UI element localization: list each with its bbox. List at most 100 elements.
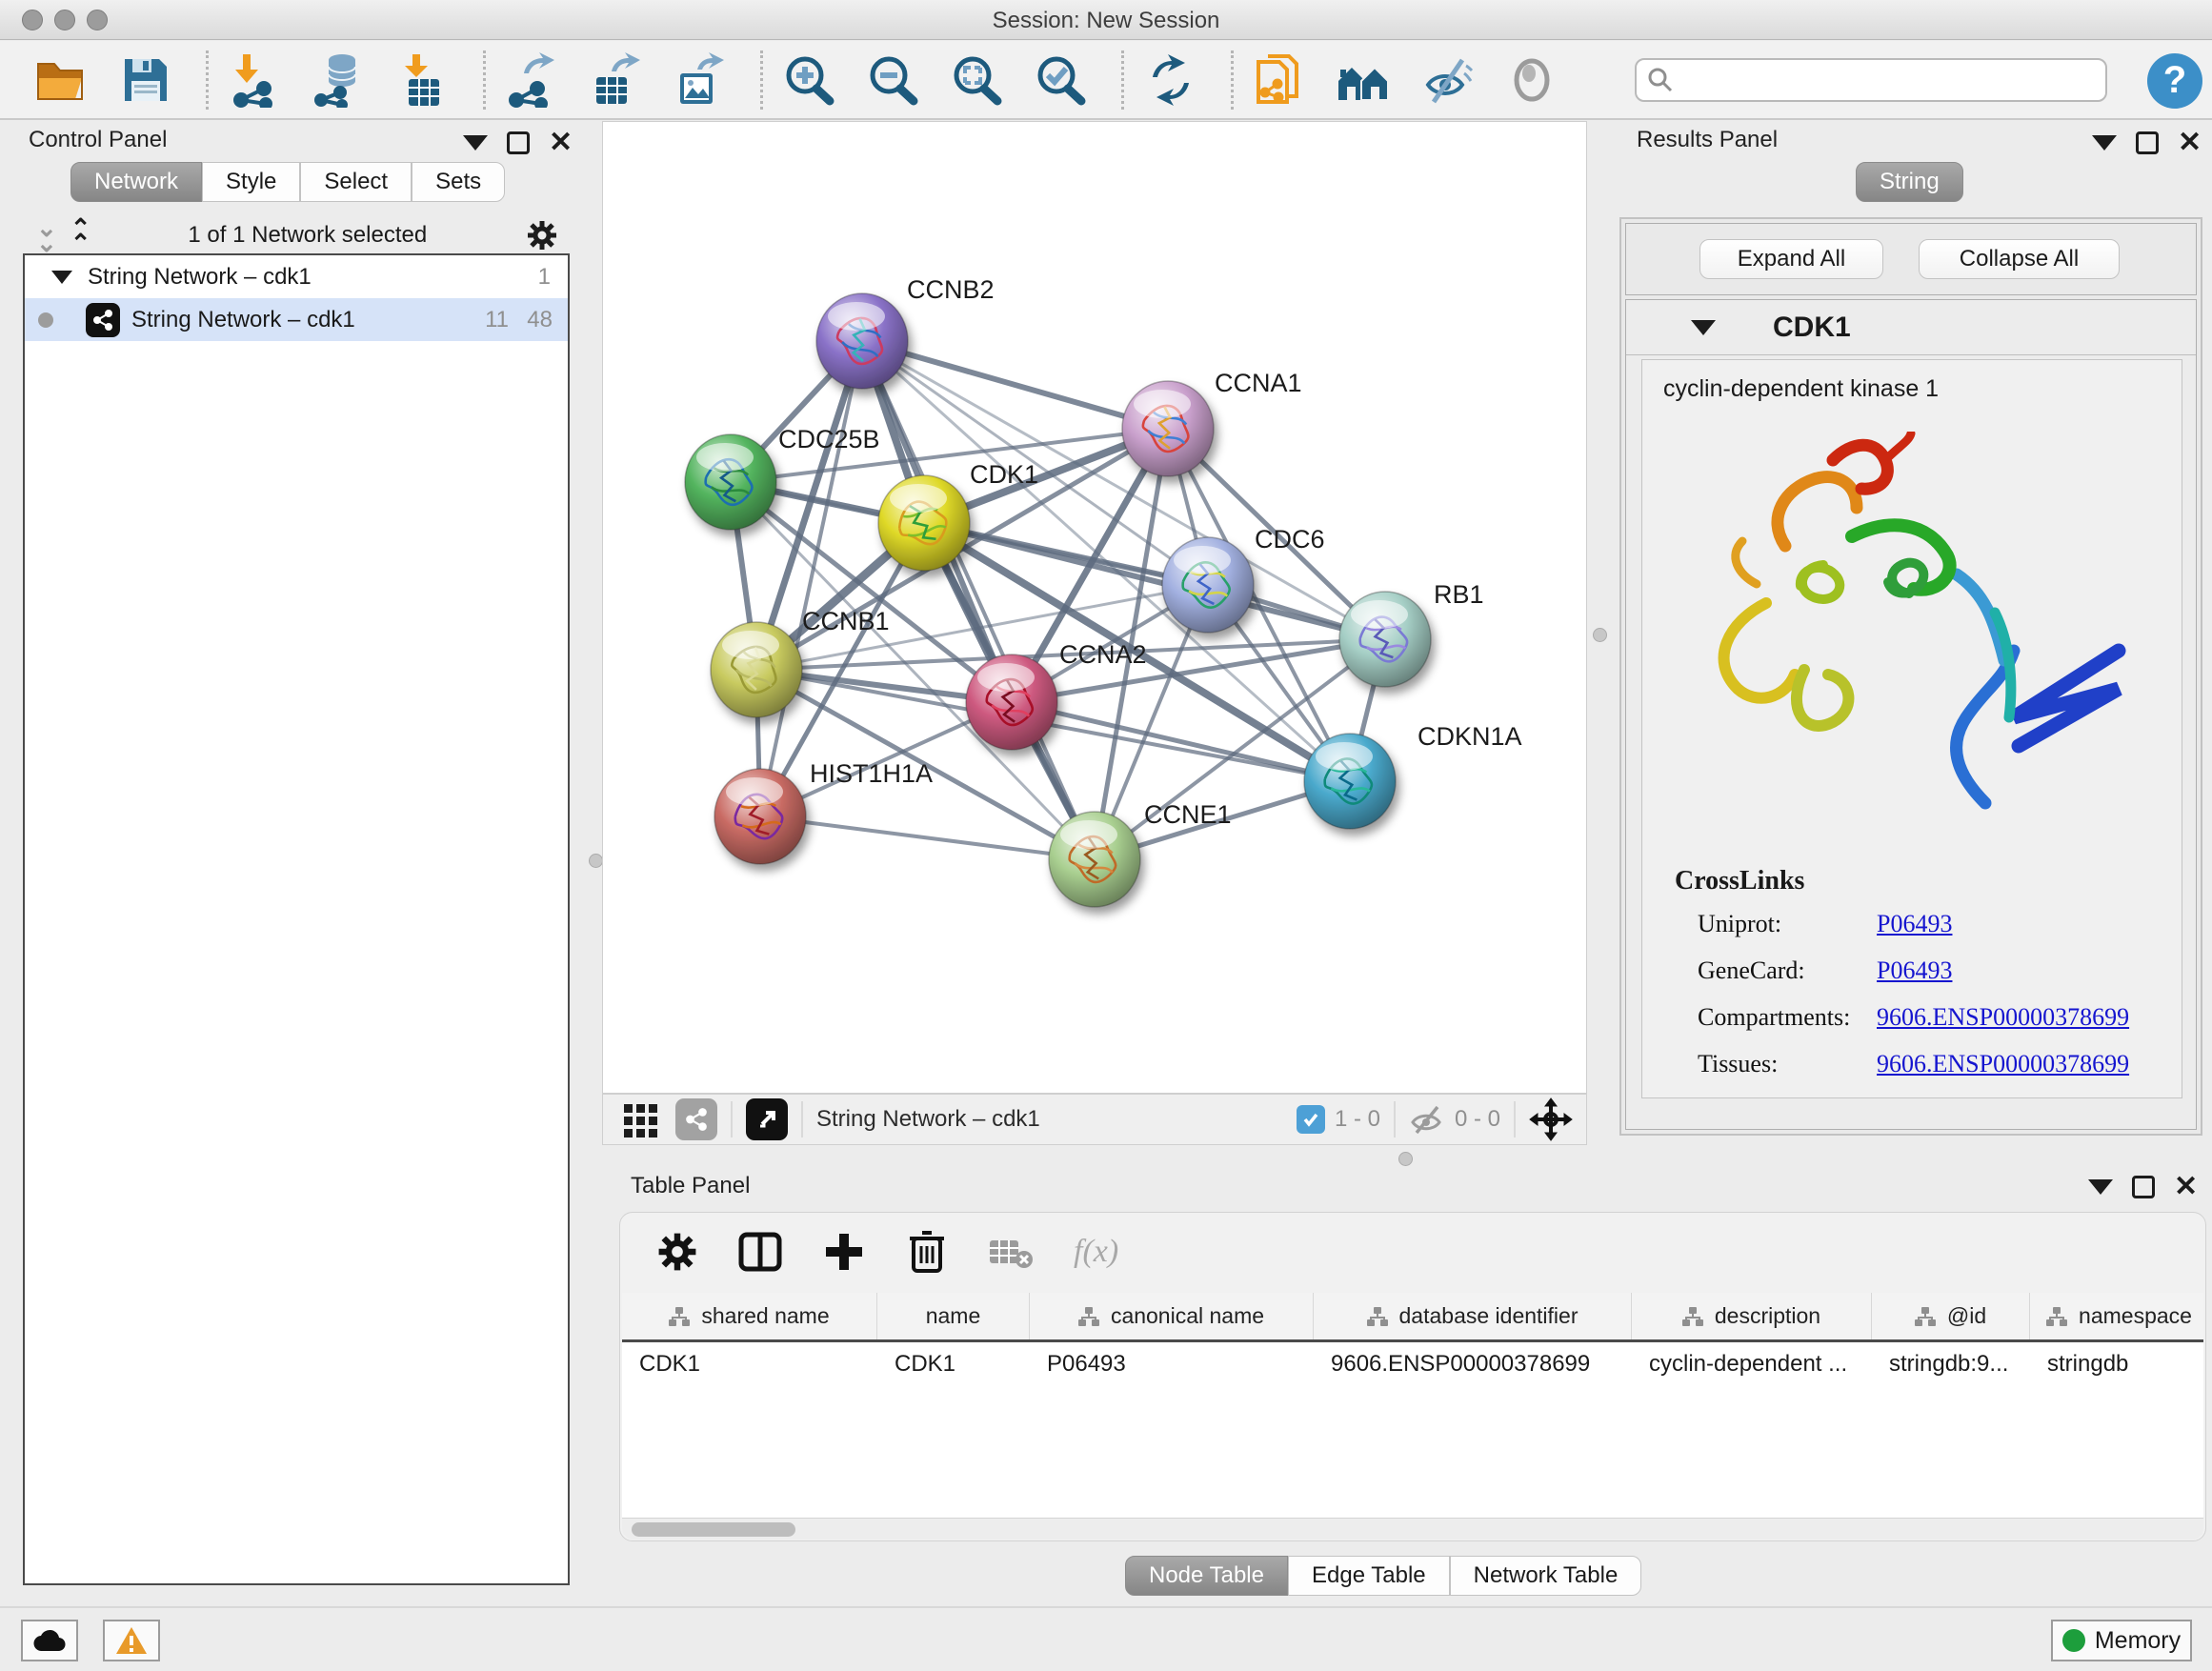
show-columns-icon[interactable] bbox=[738, 1230, 782, 1274]
gene-section-header[interactable]: CDK1 bbox=[1626, 300, 2196, 355]
table-horizontal-scrollbar[interactable] bbox=[622, 1518, 2203, 1540]
memory-button[interactable]: Memory bbox=[2051, 1620, 2192, 1661]
node-CCNB1[interactable] bbox=[711, 622, 802, 717]
toolbar-search[interactable] bbox=[1635, 58, 2107, 102]
tab-node-table[interactable]: Node Table bbox=[1125, 1556, 1288, 1596]
cloud-button[interactable] bbox=[21, 1620, 78, 1661]
warning-button[interactable] bbox=[103, 1620, 160, 1661]
edge-CCNB2-HIST1H1A[interactable] bbox=[760, 341, 862, 816]
zoom-selected-icon[interactable] bbox=[1032, 50, 1091, 110]
control-panel-menu-icon[interactable] bbox=[463, 135, 488, 151]
collapse-all-button[interactable]: Collapse All bbox=[1919, 239, 2120, 279]
node-CDC6[interactable] bbox=[1162, 537, 1254, 633]
scrollbar-thumb[interactable] bbox=[632, 1522, 795, 1537]
hide-selected-icon[interactable] bbox=[1418, 50, 1478, 110]
edge-CCNB2-CCNA1[interactable] bbox=[862, 341, 1168, 429]
network-canvas[interactable]: CDK1CCNB1CCNB2CCNA1CCNA2CCNE1CDC25BCDC6C… bbox=[602, 121, 1587, 1094]
tab-style[interactable]: Style bbox=[202, 162, 300, 202]
delete-column-icon[interactable] bbox=[906, 1229, 948, 1275]
string-import-icon[interactable] bbox=[1251, 50, 1310, 110]
gene-collapse-icon[interactable] bbox=[1691, 320, 1716, 335]
network-collection-row[interactable]: String Network – cdk1 1 bbox=[25, 255, 568, 298]
search-input[interactable] bbox=[1675, 67, 2075, 93]
table-row[interactable]: CDK1CDK1P064939606.ENSP00000378699cyclin… bbox=[622, 1342, 2203, 1386]
export-table-icon[interactable] bbox=[587, 50, 646, 110]
tab-network-table[interactable]: Network Table bbox=[1450, 1556, 1642, 1596]
crosslink-label: Uniprot: bbox=[1698, 910, 1877, 938]
node-CCNB2[interactable] bbox=[816, 293, 908, 389]
edge-CCNE1-HIST1H1A[interactable] bbox=[760, 816, 1095, 859]
column-header-shared-name[interactable]: shared name bbox=[622, 1293, 877, 1339]
create-column-icon[interactable] bbox=[822, 1230, 866, 1274]
export-network-icon[interactable] bbox=[503, 50, 562, 110]
network-row[interactable]: String Network – cdk1 11 48 bbox=[25, 298, 568, 341]
table-options-gear-icon[interactable] bbox=[656, 1231, 698, 1273]
expand-all-button[interactable]: Expand All bbox=[1699, 239, 1883, 279]
table-panel-menu-icon[interactable] bbox=[2088, 1179, 2113, 1195]
table-panel-float-icon[interactable] bbox=[2132, 1176, 2155, 1198]
column-header--id[interactable]: @id bbox=[1872, 1293, 2030, 1339]
table-panel-title: Table Panel bbox=[631, 1173, 750, 1199]
tab-sets[interactable]: Sets bbox=[412, 162, 505, 202]
collection-count: 1 bbox=[538, 264, 551, 291]
left-splitter-handle[interactable] bbox=[589, 854, 603, 868]
birds-eye-view-icon[interactable] bbox=[1529, 1097, 1573, 1141]
column-header-canonical-name[interactable]: canonical name bbox=[1030, 1293, 1314, 1339]
node-CDKN1A[interactable] bbox=[1304, 734, 1396, 829]
control-panel-close-icon[interactable]: ✕ bbox=[549, 131, 573, 154]
tab-network[interactable]: Network bbox=[70, 162, 202, 202]
node-CCNA1[interactable] bbox=[1122, 381, 1214, 476]
control-panel-tabs: NetworkStyleSelectSets bbox=[70, 162, 505, 202]
grid-view-icon[interactable] bbox=[622, 1100, 660, 1138]
show-all-icon[interactable] bbox=[1502, 50, 1561, 110]
crosslink-value-link[interactable]: 9606.ENSP00000378699 bbox=[1877, 1003, 2129, 1032]
import-table-from-file-icon[interactable] bbox=[393, 50, 452, 110]
detach-view-icon[interactable] bbox=[746, 1098, 788, 1140]
import-network-from-database-icon[interactable] bbox=[310, 50, 369, 110]
save-session-icon[interactable] bbox=[116, 50, 175, 110]
node-RB1[interactable] bbox=[1339, 592, 1431, 687]
network-options-gear-icon[interactable] bbox=[526, 219, 558, 252]
node-CDC25B[interactable] bbox=[685, 434, 776, 530]
node-HIST1H1A[interactable] bbox=[714, 769, 806, 864]
crosslink-value-link[interactable]: 9606.ENSP00000378699 bbox=[1877, 1050, 2129, 1078]
results-panel-float-icon[interactable] bbox=[2136, 131, 2159, 154]
right-splitter-handle[interactable] bbox=[1593, 628, 1607, 642]
column-header-namespace[interactable]: namespace bbox=[2030, 1293, 2203, 1339]
results-panel-menu-icon[interactable] bbox=[2092, 135, 2117, 151]
results-panel-close-icon[interactable]: ✕ bbox=[2178, 131, 2202, 154]
node-CCNE1[interactable] bbox=[1049, 812, 1140, 907]
export-image-icon[interactable] bbox=[671, 50, 730, 110]
import-network-from-file-icon[interactable] bbox=[226, 50, 285, 110]
crosslink-value-link[interactable]: P06493 bbox=[1877, 910, 1952, 938]
crosslink-value-link[interactable]: P06493 bbox=[1877, 1097, 1952, 1098]
bottom-splitter-handle[interactable] bbox=[1398, 1152, 1413, 1166]
refresh-network-icon[interactable] bbox=[1141, 50, 1200, 110]
selected-checkbox-icon[interactable] bbox=[1297, 1105, 1325, 1134]
open-session-icon[interactable] bbox=[32, 50, 91, 110]
column-header-database-identifier[interactable]: database identifier bbox=[1314, 1293, 1632, 1339]
string-network-graph[interactable]: CDK1CCNB1CCNB2CCNA1CCNA2CCNE1CDC25BCDC6C… bbox=[603, 122, 1586, 1093]
node-CCNA2[interactable] bbox=[966, 654, 1057, 750]
collection-expand-icon[interactable] bbox=[51, 271, 72, 284]
network-share-view-icon[interactable] bbox=[675, 1098, 717, 1140]
table-panel-close-icon[interactable]: ✕ bbox=[2174, 1176, 2198, 1198]
node-CDK1[interactable] bbox=[878, 475, 970, 571]
toolbar-separator bbox=[206, 50, 209, 110]
tab-string[interactable]: String bbox=[1856, 162, 1963, 202]
zoom-out-icon[interactable] bbox=[864, 50, 923, 110]
network-collection-toolbar: ⌄⌄ ⌃⌃ 1 of 1 Network selected bbox=[23, 217, 570, 253]
column-header-description[interactable]: description bbox=[1632, 1293, 1872, 1339]
tab-select[interactable]: Select bbox=[300, 162, 412, 202]
control-panel-float-icon[interactable] bbox=[507, 131, 530, 154]
crosslink-value-link[interactable]: P06493 bbox=[1877, 956, 1952, 985]
help-icon[interactable]: ? bbox=[2147, 53, 2202, 109]
zoom-in-icon[interactable] bbox=[780, 50, 839, 110]
collapse-all-networks-icon[interactable]: ⌄⌄ bbox=[36, 220, 55, 251]
column-header-name[interactable]: name bbox=[877, 1293, 1030, 1339]
table-cell: P06493 bbox=[1030, 1351, 1314, 1378]
string-home-icon[interactable] bbox=[1335, 50, 1394, 110]
expand-all-networks-icon[interactable]: ⌃⌃ bbox=[70, 220, 90, 251]
zoom-fit-icon[interactable] bbox=[948, 50, 1007, 110]
tab-edge-table[interactable]: Edge Table bbox=[1288, 1556, 1450, 1596]
